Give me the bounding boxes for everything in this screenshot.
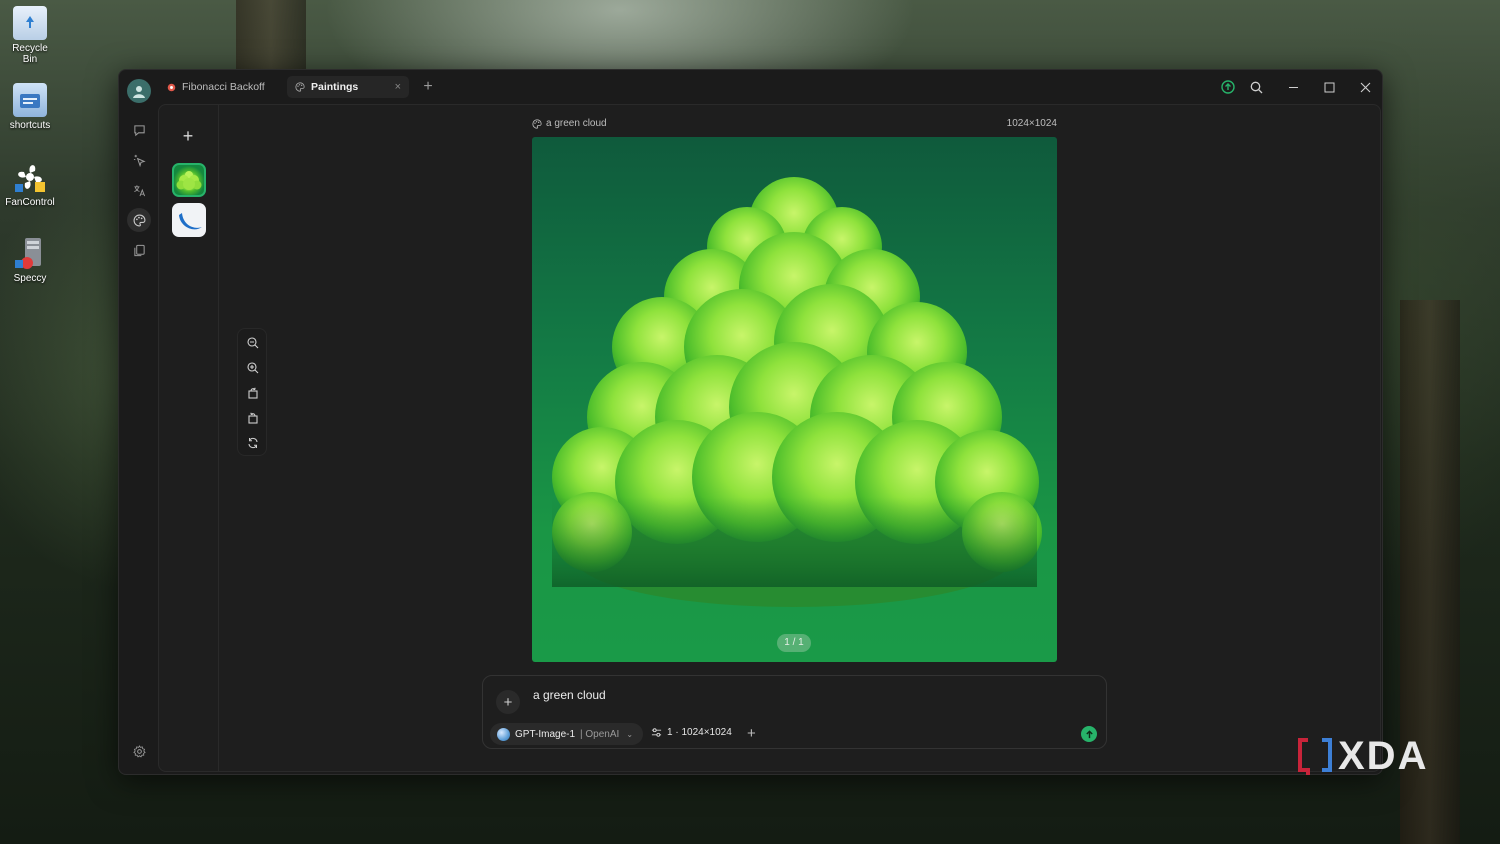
size-option-label: 1 · 1024×1024	[667, 727, 732, 738]
model-globe-icon	[497, 727, 510, 741]
generated-painting[interactable]: 1 / 1	[532, 137, 1057, 662]
painting-prompt: a green cloud	[532, 118, 607, 129]
model-name: GPT-Image-1	[515, 728, 576, 740]
prompt-input-box: + a green cloud GPT-Image-1 | OpenAI ⌄ 1…	[482, 675, 1107, 749]
painting-pager: 1 / 1	[777, 634, 811, 652]
minimize-icon	[1288, 86, 1298, 88]
painting-header: a green cloud 1024×1024	[532, 118, 1057, 132]
add-tab-button[interactable]: +	[419, 77, 437, 97]
xda-logo-icon	[1298, 738, 1332, 775]
paintings-panel: + a green cloud 1024×1024 1 / 1 + a gree…	[158, 104, 1381, 772]
cursor-sparkle-icon	[133, 154, 146, 167]
rotate-left-icon	[248, 387, 258, 399]
history-thumbnail-green-cloud[interactable]	[172, 163, 206, 197]
xda-watermark: XDA	[1298, 734, 1428, 778]
gear-icon	[132, 744, 146, 758]
add-option-button[interactable]: +	[747, 725, 756, 742]
app-window: Fibonacci Backoff Paintings × + + a gree…	[118, 69, 1383, 775]
folder-icon	[13, 83, 47, 117]
zoom-in-button[interactable]	[244, 359, 262, 377]
paintings-history: +	[159, 105, 219, 771]
zoom-out-icon	[247, 337, 259, 349]
close-window-button[interactable]	[1355, 77, 1375, 97]
refresh-icon	[248, 437, 258, 449]
painting-dimensions: 1024×1024	[1006, 118, 1057, 129]
nav-agents[interactable]	[127, 148, 151, 172]
model-selector[interactable]: GPT-Image-1 | OpenAI ⌄	[490, 723, 644, 745]
zoom-in-icon	[247, 362, 259, 374]
attach-button[interactable]: +	[496, 690, 520, 714]
desktop-icon-recycle-bin[interactable]: Recycle Bin	[4, 6, 56, 65]
cloud-thumbnail-image	[176, 171, 202, 190]
history-thumbnail-crescent[interactable]	[172, 203, 206, 237]
rotate-right-button[interactable]	[244, 409, 262, 427]
fan-icon	[13, 160, 47, 194]
maximize-icon	[1324, 82, 1334, 92]
painting-prompt-text: a green cloud	[546, 118, 607, 129]
desktop-icon-fancontrol[interactable]: FanControl	[4, 160, 56, 208]
nav-chat[interactable]	[127, 118, 151, 142]
desktop-icon-label: shortcuts	[9, 120, 51, 131]
desktop-icon-label: Speccy	[13, 273, 47, 284]
update-button[interactable]	[1218, 77, 1238, 97]
desktop-icon-shortcuts[interactable]: shortcuts	[4, 83, 56, 131]
nav-sidebar	[119, 104, 158, 774]
send-button[interactable]	[1081, 726, 1097, 742]
new-painting-button[interactable]: +	[173, 121, 203, 151]
nav-translate[interactable]	[127, 178, 151, 202]
tab-close-button[interactable]: ×	[395, 81, 401, 93]
chat-bubble-icon	[133, 124, 145, 136]
rotate-right-icon	[248, 412, 258, 424]
zoom-out-button[interactable]	[244, 334, 262, 352]
desktop-icon-label: Recycle Bin	[12, 43, 48, 65]
recycle-bin-icon	[13, 6, 47, 40]
model-provider: | OpenAI	[580, 728, 620, 740]
crescent-thumbnail-image	[179, 213, 202, 230]
chat-dot-icon	[167, 83, 176, 91]
nav-paintings[interactable]	[127, 208, 151, 232]
maximize-button[interactable]	[1319, 77, 1339, 97]
chevron-down-icon: ⌄	[626, 729, 634, 739]
palette-icon	[295, 82, 305, 92]
palette-icon	[133, 214, 145, 226]
speccy-icon	[13, 236, 47, 270]
reset-button[interactable]	[244, 434, 262, 452]
search-icon	[1250, 81, 1262, 93]
tab-label: Fibonacci Backoff	[182, 81, 265, 93]
tab-fibonacci-backoff[interactable]: Fibonacci Backoff	[159, 76, 274, 98]
green-cloud-image	[552, 177, 1042, 607]
desktop-icon-speccy[interactable]: Speccy	[4, 236, 56, 284]
rotate-left-button[interactable]	[244, 384, 262, 402]
upgrade-arrow-icon	[1221, 80, 1235, 94]
user-avatar[interactable]	[127, 79, 151, 103]
palette-icon	[532, 118, 542, 129]
settings-button[interactable]	[127, 739, 151, 763]
prompt-input[interactable]: a green cloud	[533, 688, 606, 702]
arrow-up-icon	[1085, 729, 1093, 738]
image-toolbox	[237, 328, 267, 456]
user-icon	[133, 86, 145, 98]
nav-files[interactable]	[127, 238, 151, 262]
tab-paintings[interactable]: Paintings ×	[287, 76, 409, 98]
tab-label: Paintings	[311, 81, 359, 93]
files-icon	[133, 244, 145, 256]
translate-icon	[133, 184, 145, 196]
minimize-button[interactable]	[1283, 77, 1303, 97]
xda-watermark-text: XDA	[1338, 733, 1429, 778]
title-bar: Fibonacci Backoff Paintings × +	[119, 70, 1382, 104]
search-button[interactable]	[1246, 77, 1266, 97]
close-icon	[1360, 82, 1370, 92]
sliders-icon	[651, 728, 662, 737]
desktop-icon-label: FanControl	[5, 197, 55, 208]
size-option-button[interactable]: 1 · 1024×1024	[651, 727, 732, 738]
